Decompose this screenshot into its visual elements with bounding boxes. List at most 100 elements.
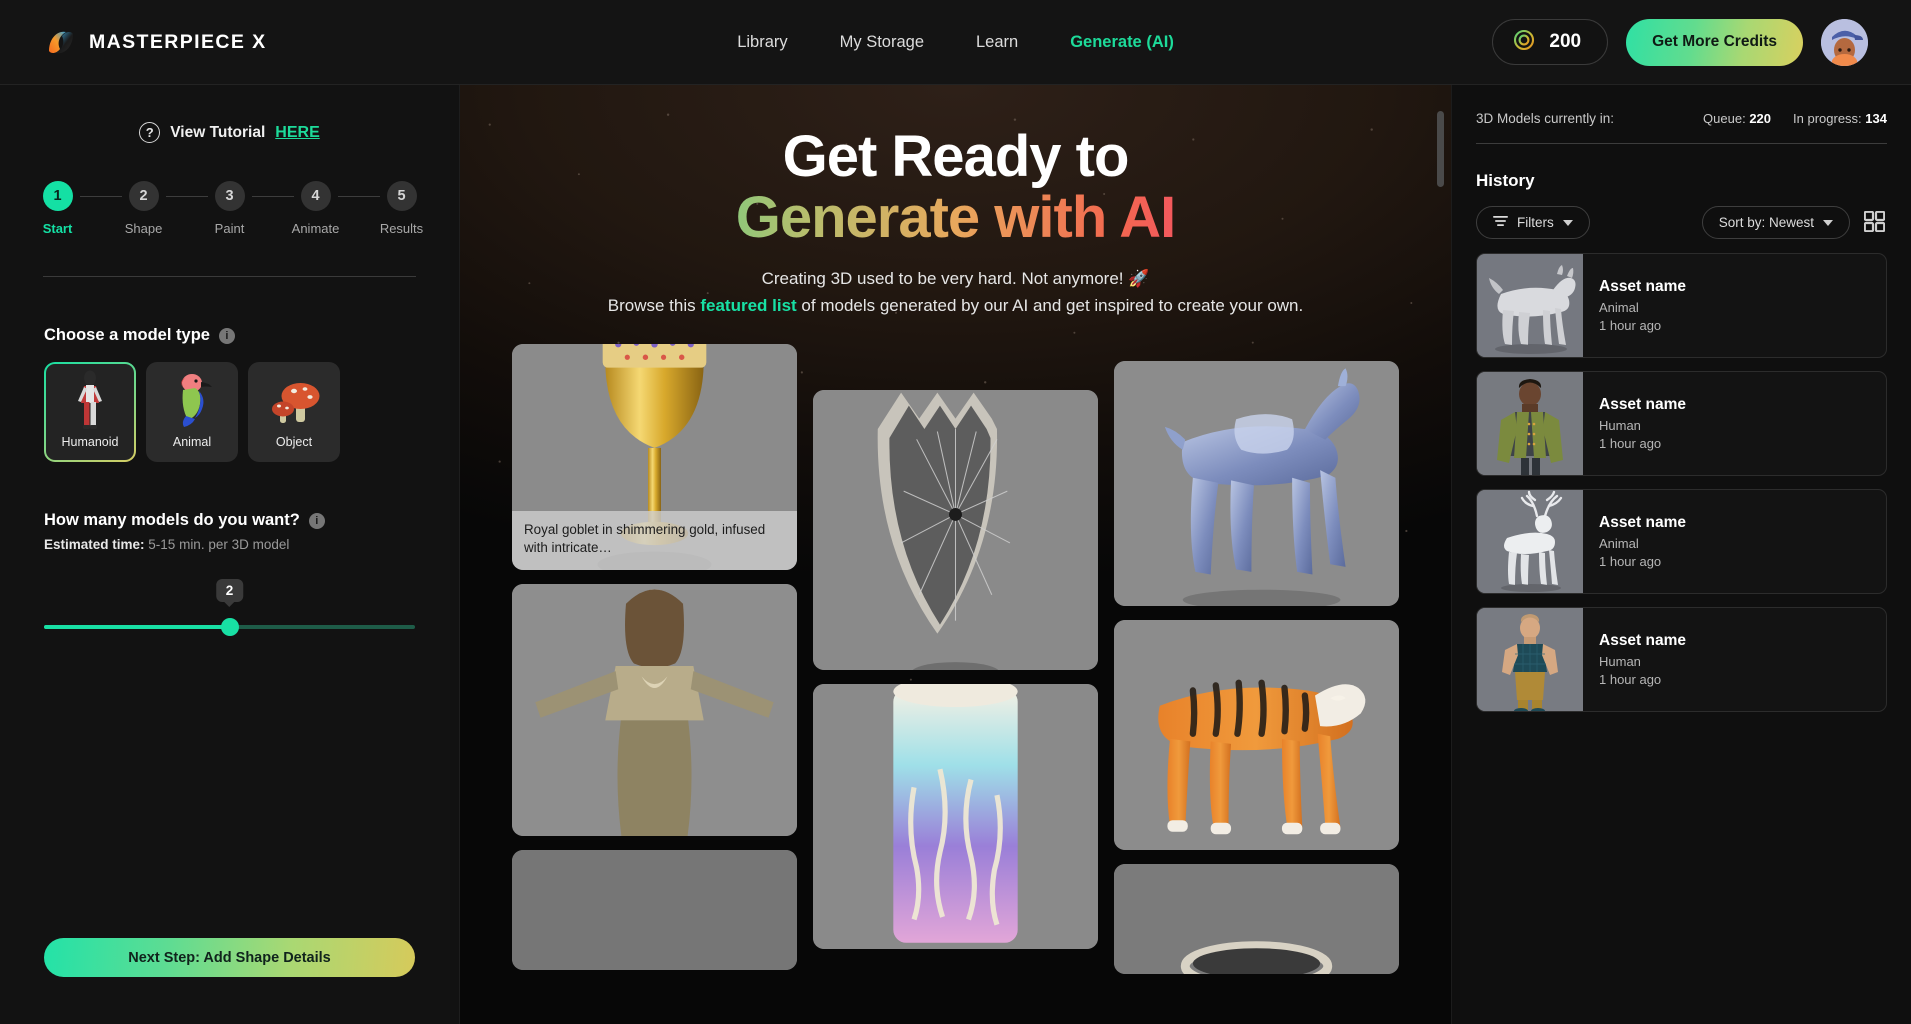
model-type-animal-label: Animal bbox=[172, 435, 212, 449]
step-1-bubble: 1 bbox=[42, 181, 73, 211]
step-4-label: Animate bbox=[291, 221, 340, 236]
view-tutorial-row[interactable]: ? View Tutorial HERE bbox=[0, 122, 459, 143]
queue-status-row: 3D Models currently in: Queue: 220 In pr… bbox=[1476, 111, 1887, 126]
model-type-title-row: Choose a model type i bbox=[44, 326, 415, 345]
history-item-3[interactable]: Asset name Animal 1 hour ago bbox=[1476, 489, 1887, 594]
step-3-label: Paint bbox=[214, 221, 245, 236]
hero-subtitle-1: Creating 3D used to be very hard. Not an… bbox=[761, 268, 1150, 288]
nav-link-learn[interactable]: Learn bbox=[976, 33, 1018, 52]
quantity-title: How many models do you want? bbox=[44, 511, 300, 529]
female-warrior-card[interactable] bbox=[512, 583, 797, 836]
step-2-bubble: 2 bbox=[128, 181, 159, 211]
chevron-down-icon bbox=[1562, 219, 1573, 226]
gallery-column-2 bbox=[813, 344, 1098, 949]
history-item-4-type: Human bbox=[1599, 654, 1641, 669]
step-connector-3 bbox=[251, 195, 294, 197]
credits-badge[interactable]: 200 bbox=[1492, 19, 1609, 65]
step-4-animate[interactable]: 4 Animate bbox=[291, 181, 340, 236]
sort-by-button[interactable]: Sort by: Newest bbox=[1701, 206, 1850, 239]
top-navigation-bar: MASTERPIECE X Library My Storage Learn G… bbox=[0, 0, 1911, 85]
estimated-time-label: Estimated time: bbox=[44, 537, 145, 552]
tiger-card[interactable] bbox=[1114, 619, 1399, 850]
app-root: MASTERPIECE X Library My Storage Learn G… bbox=[0, 0, 1911, 1024]
dog-model-thumbnail bbox=[1477, 254, 1583, 357]
model-count-slider[interactable]: 2 bbox=[44, 579, 415, 636]
history-item-2[interactable]: Asset name Human 1 hour ago bbox=[1476, 371, 1887, 476]
horse-card[interactable] bbox=[1114, 360, 1399, 606]
step-4-bubble: 4 bbox=[300, 181, 331, 211]
humanoid-figure-icon bbox=[46, 364, 134, 435]
hero-sub2-before: Browse this bbox=[607, 295, 701, 315]
history-item-4[interactable]: Asset name Human 1 hour ago bbox=[1476, 607, 1887, 712]
model-type-humanoid-label: Humanoid bbox=[61, 435, 119, 449]
quantity-title-row: How many models do you want? i bbox=[44, 511, 415, 530]
step-2-shape[interactable]: 2 Shape bbox=[122, 181, 166, 236]
question-circle-icon: ? bbox=[139, 122, 161, 143]
step-connector-4 bbox=[337, 195, 380, 197]
candle-card[interactable] bbox=[813, 683, 1098, 949]
history-item-3-time: 1 hour ago bbox=[1599, 554, 1662, 569]
history-title: History bbox=[1476, 171, 1535, 190]
history-item-2-meta: Asset name Human 1 hour ago bbox=[1583, 372, 1886, 475]
history-item-1[interactable]: Asset name Animal 1 hour ago bbox=[1476, 253, 1887, 358]
model-type-options: Humanoid Animal Object bbox=[44, 362, 415, 462]
model-type-humanoid[interactable]: Humanoid bbox=[44, 362, 136, 462]
man-tshirt-thumbnail bbox=[1477, 608, 1583, 711]
gallery-column-3 bbox=[1114, 344, 1399, 974]
hero-title-line2: Generate with AI bbox=[460, 187, 1451, 249]
nav-link-my-storage[interactable]: My Storage bbox=[840, 33, 924, 52]
partial-card-2[interactable] bbox=[1114, 863, 1399, 974]
shield-card[interactable] bbox=[813, 389, 1098, 670]
history-item-2-name: Asset name bbox=[1599, 396, 1687, 413]
quantity-section: How many models do you want? i Estimated… bbox=[44, 462, 415, 636]
nav-link-generate-ai[interactable]: Generate (AI) bbox=[1070, 33, 1174, 52]
brand-logo-group[interactable]: MASTERPIECE X bbox=[46, 27, 266, 57]
in-progress-value: 134 bbox=[1865, 111, 1887, 126]
grid-view-icon bbox=[1863, 210, 1886, 235]
gallery-column-1: Royal goblet in shimmering gold, infused… bbox=[512, 343, 797, 970]
info-icon[interactable]: i bbox=[308, 512, 325, 529]
tutorial-text: View Tutorial bbox=[170, 123, 266, 141]
hero-title-line1: Get Ready to bbox=[782, 124, 1130, 189]
step-connector-2 bbox=[165, 195, 208, 197]
history-item-1-time: 1 hour ago bbox=[1599, 318, 1662, 333]
man-green-coat-thumbnail bbox=[1477, 372, 1583, 475]
info-icon[interactable]: i bbox=[218, 327, 235, 344]
user-avatar[interactable] bbox=[1821, 18, 1868, 66]
queue-count: Queue: 220 bbox=[1703, 111, 1771, 126]
history-item-1-type: Animal bbox=[1599, 300, 1639, 315]
history-item-2-time: 1 hour ago bbox=[1599, 436, 1662, 451]
left-sidebar: ? View Tutorial HERE 1 Start 2 Shape 3 P… bbox=[0, 85, 460, 1024]
tutorial-here-link[interactable]: HERE bbox=[275, 124, 319, 142]
featured-list-link[interactable]: featured list bbox=[700, 296, 796, 315]
in-progress-count: In progress: 134 bbox=[1793, 111, 1887, 126]
step-1-start[interactable]: 1 Start bbox=[36, 181, 80, 236]
history-item-2-type: Human bbox=[1599, 418, 1641, 433]
featured-gallery: Royal goblet in shimmering gold, infused… bbox=[512, 343, 1399, 974]
step-5-label: Results bbox=[379, 221, 424, 236]
partial-card-1[interactable] bbox=[512, 849, 797, 970]
gallery-scrollbar-thumb[interactable] bbox=[1437, 111, 1444, 187]
main-nav-links: Library My Storage Learn Generate (AI) bbox=[737, 33, 1174, 52]
step-5-results[interactable]: 5 Results bbox=[380, 181, 424, 236]
history-item-4-name: Asset name bbox=[1599, 632, 1687, 649]
get-more-credits-button[interactable]: Get More Credits bbox=[1626, 18, 1803, 66]
next-step-button[interactable]: Next Step: Add Shape Details bbox=[44, 938, 415, 977]
slider-knob[interactable] bbox=[220, 618, 239, 636]
chevron-down-icon bbox=[1823, 219, 1833, 226]
nav-link-library[interactable]: Library bbox=[737, 33, 787, 52]
history-item-4-time: 1 hour ago bbox=[1599, 672, 1662, 687]
estimated-time-value: 5-15 min. per 3D model bbox=[148, 537, 290, 552]
history-item-1-name: Asset name bbox=[1599, 278, 1687, 295]
model-type-object[interactable]: Object bbox=[248, 362, 340, 462]
goblet-card[interactable]: Royal goblet in shimmering gold, infused… bbox=[512, 343, 797, 570]
queue-count-label: Queue: bbox=[1703, 111, 1746, 126]
filters-button[interactable]: Filters bbox=[1476, 206, 1590, 239]
hero-section: Get Ready to Generate with AI Creating 3… bbox=[460, 85, 1451, 316]
history-item-3-meta: Asset name Animal 1 hour ago bbox=[1583, 490, 1886, 593]
filters-label: Filters bbox=[1517, 215, 1554, 230]
center-scroll-area[interactable]: Get Ready to Generate with AI Creating 3… bbox=[460, 85, 1451, 1024]
step-3-paint[interactable]: 3 Paint bbox=[208, 181, 252, 236]
grid-view-toggle[interactable] bbox=[1862, 209, 1887, 237]
model-type-animal[interactable]: Animal bbox=[146, 362, 238, 462]
